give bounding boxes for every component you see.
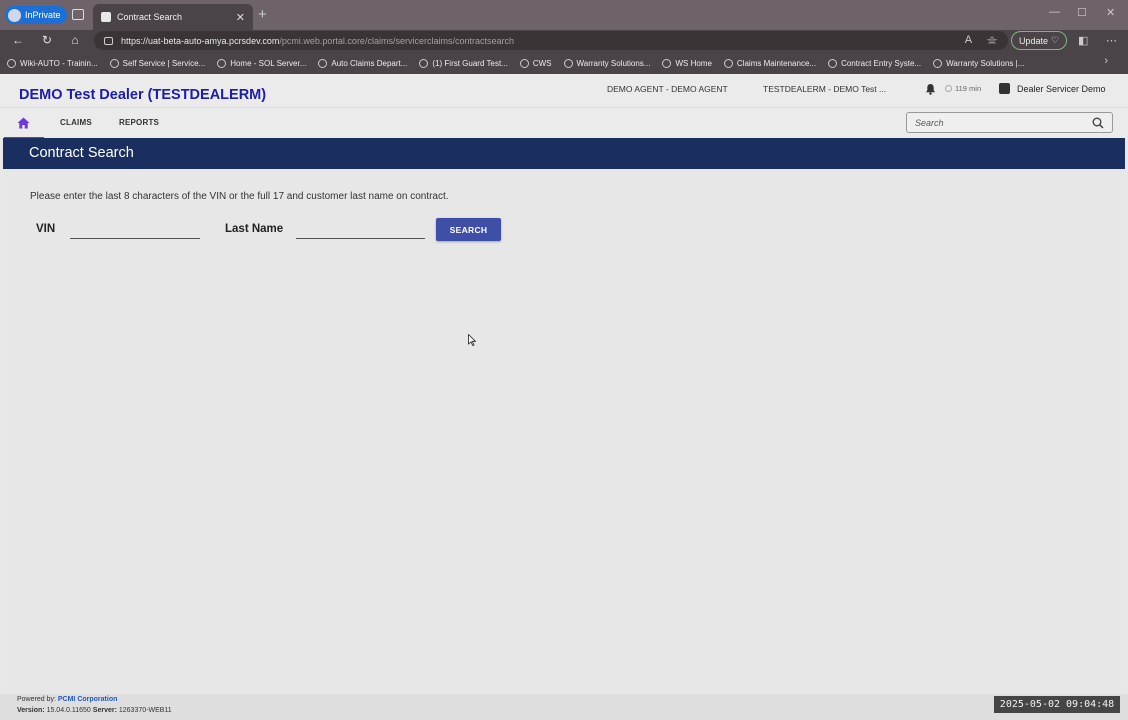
- bell-icon[interactable]: [925, 83, 936, 95]
- timestamp-overlay: 2025-05-02 09:04:48: [994, 696, 1120, 713]
- address-bar[interactable]: https://uat-beta-auto-amya.pcrsdev.com /…: [94, 31, 1008, 50]
- bookmark-icon: [419, 58, 429, 68]
- dealer-selector[interactable]: TESTDEALERM - DEMO Test ...: [763, 84, 886, 94]
- bookmark-item[interactable]: WS Home: [662, 58, 712, 68]
- bookmark-item[interactable]: (1) First Guard Test...: [419, 58, 508, 68]
- heart-icon: ♡: [1050, 35, 1060, 45]
- lock-icon: [104, 36, 113, 45]
- bookmark-icon: [109, 58, 119, 68]
- contract-search-panel: Please enter the last 8 characters of th…: [3, 169, 1125, 694]
- minimize-icon[interactable]: —: [1049, 6, 1060, 18]
- globe-icon: [723, 58, 733, 68]
- back-icon[interactable]: ←: [10, 33, 26, 47]
- browser-tab-strip: InPrivate Contract Search ✕ + — ☐ ✕: [0, 0, 1128, 30]
- bookmark-icon: [217, 58, 227, 68]
- dealer-title: DEMO Test Dealer (TESTDEALERM): [19, 87, 267, 103]
- page-banner: Contract Search: [3, 138, 1125, 169]
- profile-avatar-icon: [8, 8, 21, 22]
- bookmark-icon: [7, 58, 16, 68]
- company-link[interactable]: PCMI Corporation: [58, 696, 118, 703]
- update-label: Update: [1018, 35, 1048, 46]
- bookmark-item[interactable]: Auto Claims Depart...: [318, 58, 407, 68]
- favorites-icon[interactable]: ☆: [988, 34, 998, 47]
- inprivate-label: InPrivate: [25, 10, 61, 20]
- page-footer: Powered by: PCMI Corporation Version: 15…: [0, 694, 1128, 720]
- version-info: Version: 15.04.0.11650 Server: 1263370-W…: [17, 707, 172, 714]
- bookmark-item[interactable]: CWS: [519, 58, 552, 68]
- user-name[interactable]: Dealer Servicer Demo: [1017, 84, 1106, 94]
- vin-input[interactable]: [70, 221, 200, 239]
- url-host: https://uat-beta-auto-amya.pcrsdev.com: [121, 35, 280, 46]
- sidebar-toggle-icon[interactable]: ◧: [1078, 34, 1088, 47]
- read-aloud-icon[interactable]: A: [965, 34, 972, 47]
- tab-home[interactable]: [4, 108, 44, 139]
- tab-close-icon[interactable]: ✕: [236, 11, 245, 24]
- app-header: DEMO Test Dealer (TESTDEALERM) DEMO AGEN…: [0, 74, 1128, 107]
- mouse-cursor-icon: [468, 334, 476, 346]
- agent-selector[interactable]: DEMO AGENT - DEMO AGENT: [607, 84, 728, 94]
- bookmark-icon: [318, 58, 328, 68]
- bookmarks-bar: Wiki-AUTO - Trainin... Self Service | Se…: [0, 52, 1128, 74]
- globe-icon: [662, 58, 672, 68]
- window-close-icon[interactable]: ✕: [1106, 6, 1115, 19]
- main-nav: CLAIMS REPORTS: [0, 107, 1128, 139]
- browser-tab-active[interactable]: Contract Search ✕: [93, 4, 253, 30]
- search-icon[interactable]: [1092, 117, 1104, 129]
- bookmark-item[interactable]: Warranty Solutions |...: [933, 58, 1024, 68]
- inprivate-badge[interactable]: InPrivate: [5, 6, 67, 24]
- clock-icon: [945, 85, 952, 92]
- refresh-icon[interactable]: ↻: [39, 33, 55, 47]
- search-button[interactable]: SEARCH: [436, 218, 501, 241]
- update-button[interactable]: Update ♡: [1011, 31, 1067, 50]
- globe-icon: [828, 58, 838, 68]
- bookmark-item[interactable]: Warranty Solutions...: [563, 58, 650, 68]
- home-icon: [17, 117, 30, 129]
- tab-claims[interactable]: CLAIMS: [60, 118, 92, 127]
- search-instructions: Please enter the last 8 characters of th…: [30, 191, 449, 202]
- bookmark-item[interactable]: Home - SOL Server...: [217, 58, 306, 68]
- bookmark-item[interactable]: Wiki-AUTO - Trainin...: [7, 58, 98, 68]
- vin-label: VIN: [36, 223, 56, 235]
- bookmark-item[interactable]: Contract Entry Syste...: [828, 58, 921, 68]
- bookmarks-overflow-icon[interactable]: ›: [1104, 55, 1108, 67]
- maximize-icon[interactable]: ☐: [1077, 6, 1087, 19]
- user-icon[interactable]: [999, 83, 1010, 94]
- home-browser-icon[interactable]: ⌂: [67, 33, 83, 47]
- tab-actions-icon[interactable]: [72, 9, 84, 20]
- global-search: [906, 112, 1113, 133]
- bookmark-item[interactable]: Self Service | Service...: [109, 58, 205, 68]
- bookmark-item[interactable]: Claims Maintenance...: [723, 58, 816, 68]
- tab-reports[interactable]: REPORTS: [119, 118, 159, 127]
- powered-by: Powered by: PCMI Corporation: [17, 696, 118, 703]
- globe-icon: [933, 58, 943, 68]
- last-name-input[interactable]: [296, 221, 425, 239]
- global-search-input[interactable]: [915, 115, 1085, 130]
- new-tab-icon[interactable]: +: [258, 6, 267, 23]
- session-timer: 119 min: [945, 84, 981, 93]
- page-title: Contract Search: [29, 145, 134, 161]
- globe-icon: [519, 58, 529, 68]
- page-favicon-icon: [101, 12, 111, 22]
- url-path: /pcmi.web.portal.core/claims/servicercla…: [279, 35, 514, 46]
- tab-title: Contract Search: [117, 12, 183, 22]
- more-menu-icon[interactable]: ⋯: [1106, 34, 1117, 47]
- last-name-label: Last Name: [225, 223, 284, 235]
- globe-icon: [563, 58, 573, 68]
- session-time: 119 min: [955, 84, 982, 93]
- address-toolbar: ← ↻ ⌂ https://uat-beta-auto-amya.pcrsdev…: [0, 30, 1128, 52]
